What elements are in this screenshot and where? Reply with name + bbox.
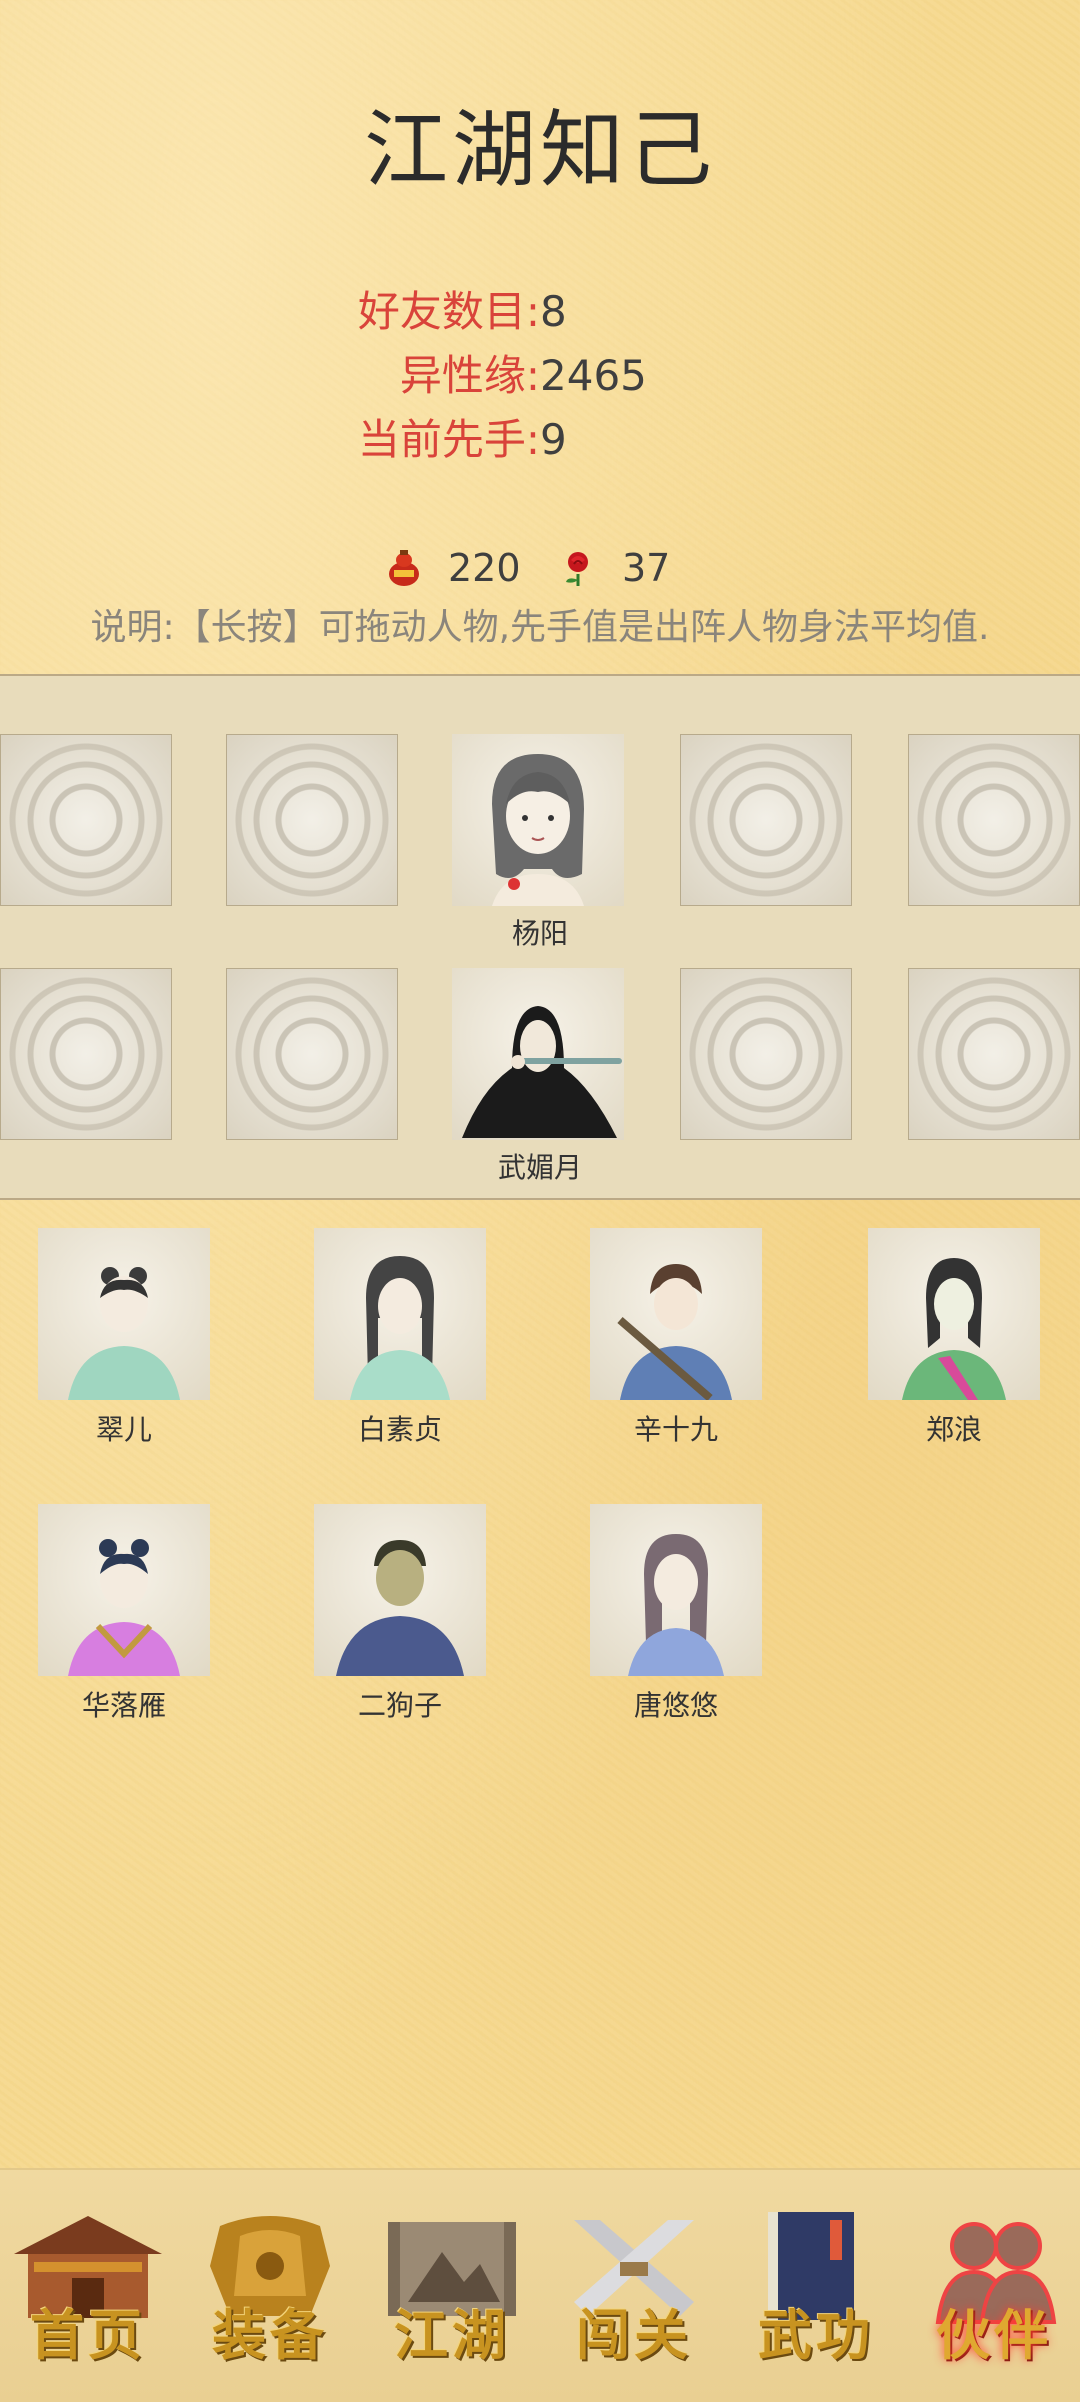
nav-home[interactable]: 首页 <box>8 2206 168 2376</box>
friend-portrait-hualuoyan[interactable] <box>38 1504 210 1676</box>
empty-slot[interactable] <box>0 734 172 906</box>
nav-challenge[interactable]: 闯关 <box>554 2206 714 2376</box>
rose-currency: 37 <box>558 540 670 596</box>
friend-portrait-xinshijiu[interactable] <box>590 1228 762 1400</box>
nav-jianghu[interactable]: 江湖 <box>372 2206 532 2376</box>
friend-name: 华落雁 <box>81 1689 166 1722</box>
friend-name: 二狗子 <box>357 1689 442 1722</box>
nav-label: 闯关 <box>576 2303 692 2367</box>
stat-label: 当前先手: <box>357 415 540 464</box>
nav-label: 伙伴 <box>936 2303 1052 2367</box>
friend-portrait-cuier[interactable] <box>38 1228 210 1400</box>
stat-value: 8 <box>540 287 567 336</box>
gourd-currency: 220 <box>384 540 521 596</box>
character-portrait-icon <box>336 1540 464 1676</box>
stat-friend-count: 好友数目: 8 <box>0 282 1080 342</box>
rose-icon <box>558 548 598 588</box>
lineup-portrait-wumeiyue[interactable] <box>452 968 624 1140</box>
stat-charm: 异性缘: 2465 <box>0 346 1080 406</box>
lineup-area[interactable]: 杨阳 武媚月 <box>0 674 1080 1200</box>
empty-slot[interactable] <box>0 968 172 1140</box>
empty-slot[interactable] <box>226 968 398 1140</box>
friend-name: 唐悠悠 <box>633 1689 718 1722</box>
currency-bar: 220 37 <box>0 540 1080 596</box>
friend-portrait-ergouzi[interactable] <box>314 1504 486 1676</box>
nav-label: 江湖 <box>394 2303 510 2367</box>
empty-slot[interactable] <box>908 968 1080 1140</box>
gourd-count: 220 <box>448 546 521 590</box>
stat-initiative: 当前先手: 9 <box>0 410 1080 470</box>
stat-value: 9 <box>540 415 567 464</box>
nav-label: 装备 <box>212 2303 328 2367</box>
rose-count: 37 <box>622 546 671 590</box>
character-portrait-icon <box>902 1258 1006 1400</box>
character-portrait-icon <box>350 1256 450 1400</box>
lineup-name: 武媚月 <box>497 1151 582 1184</box>
nav-equipment[interactable]: 装备 <box>190 2206 350 2376</box>
friend-portrait-tangyouyou[interactable] <box>590 1504 762 1676</box>
nav-label: 武功 <box>758 2303 874 2367</box>
empty-slot[interactable] <box>908 734 1080 906</box>
character-portrait-icon <box>492 754 584 906</box>
friend-name: 辛十九 <box>633 1413 718 1446</box>
friend-name: 翠儿 <box>95 1413 152 1446</box>
bottom-nav: 首页 装备 江湖 闯关 武功 伙伴 <box>0 2168 1080 2402</box>
nav-martial-arts[interactable]: 武功 <box>736 2206 896 2376</box>
stat-label: 好友数目: <box>357 287 540 336</box>
friend-portrait-zhenglang[interactable] <box>868 1228 1040 1400</box>
empty-slot[interactable] <box>226 734 398 906</box>
character-portrait-icon <box>462 1006 622 1138</box>
character-portrait-icon <box>68 1539 180 1676</box>
character-portrait-icon <box>68 1267 180 1400</box>
friend-name: 白素贞 <box>357 1413 442 1446</box>
friend-portrait-baisuzhen[interactable] <box>314 1228 486 1400</box>
character-portrait-icon <box>617 1264 732 1400</box>
instructions-text: 说明:【长按】可拖动人物,先手值是出阵人物身法平均值. <box>90 607 990 648</box>
wine-gourd-icon <box>384 548 424 588</box>
empty-slot[interactable] <box>680 968 852 1140</box>
stat-value: 2465 <box>540 351 647 400</box>
character-portrait-icon <box>628 1534 724 1676</box>
nav-label: 首页 <box>30 2303 146 2367</box>
lineup-portrait-yangyang[interactable] <box>452 734 624 906</box>
lineup-name: 杨阳 <box>511 917 568 950</box>
nav-partners[interactable]: 伙伴 <box>914 2206 1074 2376</box>
empty-slot[interactable] <box>680 734 852 906</box>
friend-name: 郑浪 <box>925 1413 982 1446</box>
stat-label: 异性缘: <box>399 351 540 400</box>
page-title: 江湖知己 <box>363 101 716 199</box>
